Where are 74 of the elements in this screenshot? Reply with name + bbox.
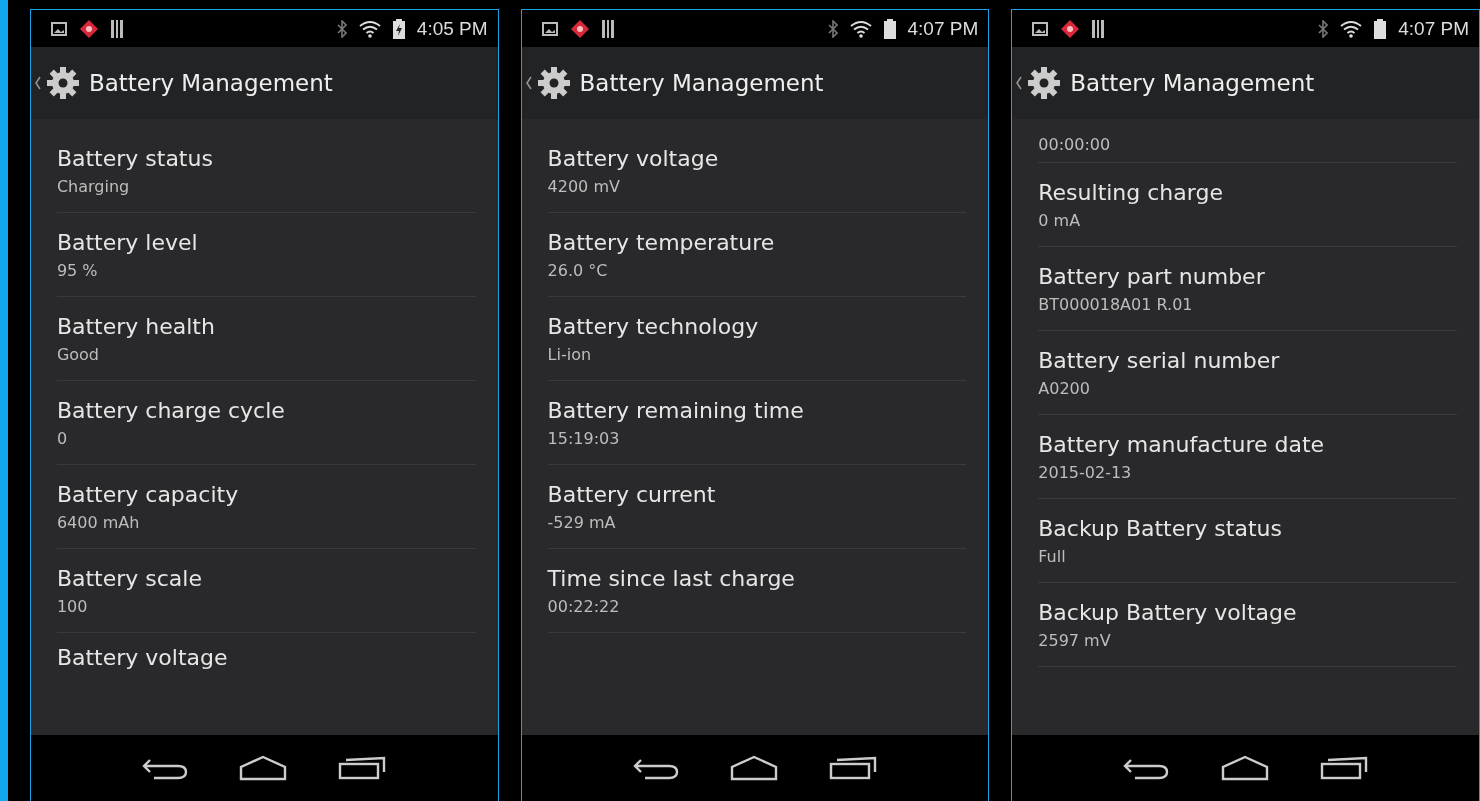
settings-icon <box>44 65 81 101</box>
screen-title: Battery Management <box>1070 70 1315 96</box>
setting-value: BT000018A01 R.01 <box>1038 294 1193 314</box>
setting-title: Battery manufacture date <box>1038 431 1325 457</box>
app-icon <box>1060 18 1081 39</box>
setting-title: Battery technology <box>547 313 759 339</box>
setting-title: Backup Battery voltage <box>1038 599 1297 625</box>
recents-icon[interactable] <box>1319 756 1368 780</box>
bluetooth-icon <box>336 19 347 38</box>
home-icon[interactable] <box>239 755 288 781</box>
back-icon[interactable] <box>1123 756 1170 780</box>
setting-value: Full <box>1038 546 1066 566</box>
setting-title: Battery remaining time <box>547 397 804 423</box>
setting-title: Battery health <box>56 313 215 339</box>
barcode-icon <box>601 19 616 38</box>
barcode-icon <box>110 19 125 38</box>
wifi-icon <box>849 19 872 38</box>
image-icon <box>50 21 67 36</box>
app-icon <box>569 18 590 39</box>
bluetooth-icon <box>827 19 838 38</box>
home-icon[interactable] <box>1220 755 1269 781</box>
setting-value: 15:19:03 <box>547 428 620 448</box>
setting-title: Battery level <box>56 229 198 255</box>
back-caret-icon[interactable] <box>1016 76 1023 90</box>
back-icon[interactable] <box>142 756 189 780</box>
setting-value: 2015-02-13 <box>1038 462 1132 482</box>
setting-value: 95 % <box>56 260 98 280</box>
screen-title: Battery Management <box>579 70 824 96</box>
setting-value: Good <box>56 344 99 364</box>
back-icon[interactable] <box>632 756 679 780</box>
setting-title: Battery voltage <box>56 645 228 670</box>
back-caret-icon[interactable] <box>525 76 532 90</box>
setting-value: 2597 mV <box>1038 630 1111 650</box>
clock-time: 4:07 PM <box>1398 17 1469 40</box>
setting-value: 0 mA <box>1038 210 1081 230</box>
image-icon <box>541 21 558 36</box>
back-caret-icon[interactable] <box>34 76 41 90</box>
wifi-icon <box>1340 19 1363 38</box>
setting-title: Battery part number <box>1038 263 1265 289</box>
setting-title: Battery serial number <box>1038 347 1280 373</box>
setting-value: 0 <box>56 428 68 448</box>
setting-value: Charging <box>56 176 130 196</box>
image-icon <box>1032 21 1049 36</box>
screen-title: Battery Management <box>88 70 333 96</box>
setting-value: 100 <box>56 596 88 616</box>
recents-icon[interactable] <box>338 756 387 780</box>
setting-title: Time since last charge <box>547 565 795 591</box>
setting-value: 00:00:00 <box>1038 135 1111 154</box>
setting-title: Battery temperature <box>547 229 775 255</box>
home-icon[interactable] <box>729 755 778 781</box>
setting-value: 26.0 °C <box>547 260 608 280</box>
setting-title: Battery scale <box>56 565 202 591</box>
setting-title: Resulting charge <box>1038 179 1223 205</box>
wifi-icon <box>358 19 381 38</box>
setting-title: Battery status <box>56 145 213 171</box>
clock-time: 4:05 PM <box>416 17 488 40</box>
settings-icon <box>535 65 572 101</box>
setting-value: 00:22:22 <box>547 596 620 616</box>
setting-value: Li-ion <box>547 344 592 364</box>
setting-title: Battery voltage <box>547 145 719 171</box>
setting-title: Battery charge cycle <box>56 397 285 423</box>
recents-icon[interactable] <box>829 756 878 780</box>
setting-title: Battery capacity <box>56 481 239 507</box>
barcode-icon <box>1092 19 1107 38</box>
app-icon <box>78 18 99 39</box>
setting-title: Backup Battery status <box>1038 515 1282 541</box>
clock-time: 4:07 PM <box>907 17 979 40</box>
setting-value: -529 mA <box>547 512 616 532</box>
setting-value: 4200 mV <box>547 176 620 196</box>
setting-value: 6400 mAh <box>56 512 140 532</box>
setting-value: A0200 <box>1038 378 1090 398</box>
settings-icon <box>1026 65 1063 101</box>
bluetooth-icon <box>1318 19 1329 38</box>
setting-title: Battery current <box>547 481 716 507</box>
